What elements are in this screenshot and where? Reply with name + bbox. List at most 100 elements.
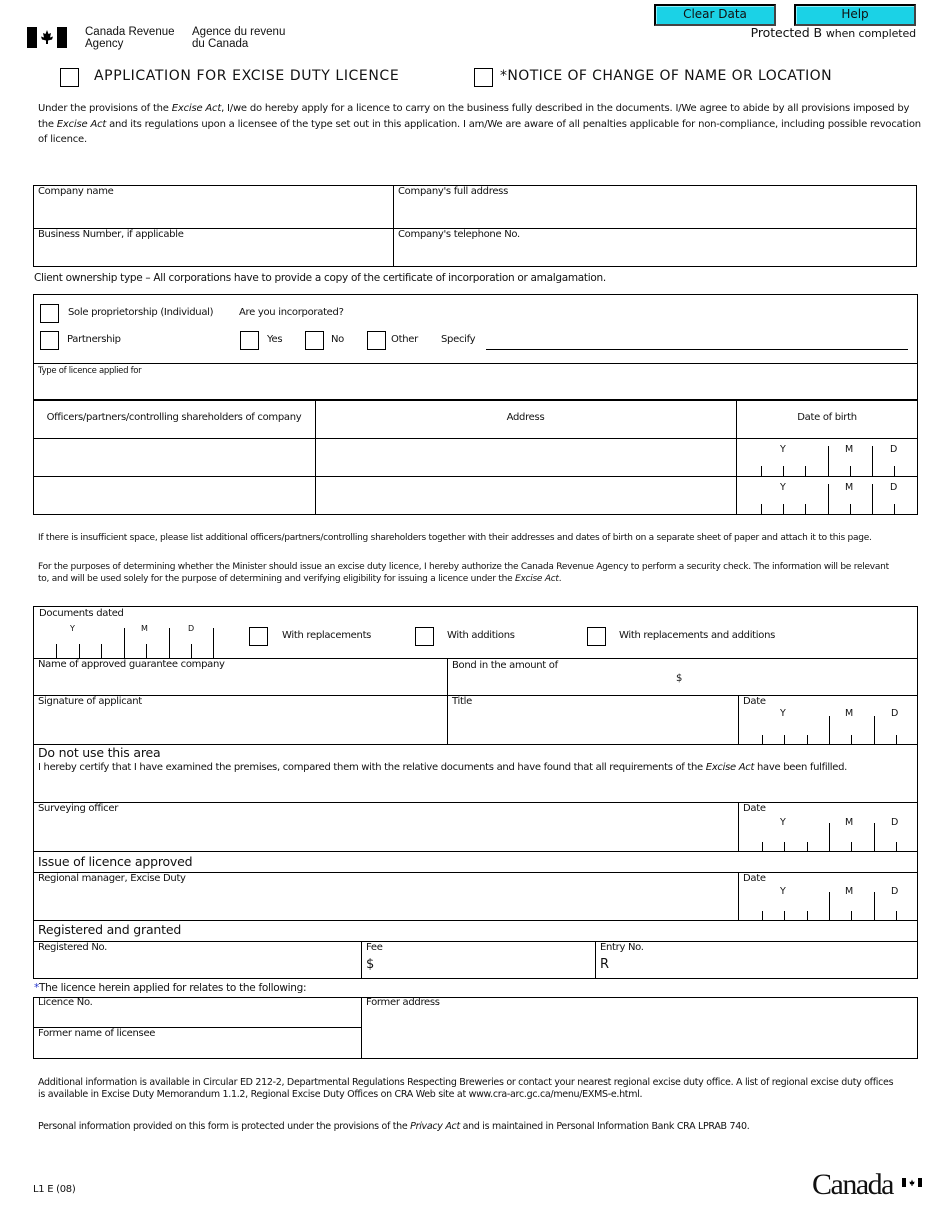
month-label: M (845, 817, 854, 828)
partnership-checkbox[interactable] (40, 331, 59, 350)
specify-input[interactable] (486, 332, 907, 349)
company-name-input[interactable] (38, 203, 388, 223)
notice-change-checkbox[interactable] (474, 68, 493, 87)
insufficient-space-note: If there is insufficient space, please l… (38, 533, 872, 543)
dob-field-1[interactable]: Y M D (736, 438, 918, 476)
incorporated-no-checkbox[interactable] (305, 331, 324, 350)
relates-note: *The licence herein applied for relates … (34, 982, 307, 994)
licence-type-label: Type of licence applied for (38, 366, 142, 376)
licence-no-label: Licence No. (38, 997, 93, 1008)
year-label: Y (780, 886, 786, 897)
former-name-input[interactable] (38, 1041, 356, 1057)
protected-suffix: when completed (825, 27, 916, 40)
signature-input[interactable] (38, 712, 442, 740)
agency-name-en: Canada Revenue Agency (85, 26, 175, 50)
entry-no-label: Entry No. (600, 942, 644, 953)
ownership-note: Client ownership type – All corporations… (34, 272, 606, 284)
company-phone-input[interactable] (398, 245, 912, 265)
regional-manager-label: Regional manager, Excise Duty (38, 873, 186, 884)
regional-date-field: Y M D (738, 872, 918, 920)
officer-name-input-1[interactable] (38, 445, 310, 471)
entry-prefix: R (600, 957, 609, 972)
agency-en-line1: Canada Revenue (85, 26, 175, 38)
officer-name-input-2[interactable] (38, 483, 310, 509)
former-name-label: Former name of licensee (38, 1028, 156, 1039)
company-name-label: Company name (38, 186, 114, 197)
month-label: M (845, 708, 854, 719)
protected-b-text: Protected B (750, 25, 822, 40)
officer-address-input-2[interactable] (320, 483, 731, 509)
day-label: D (891, 817, 899, 828)
canada-wordmark-text: Canada (812, 1168, 894, 1201)
bond-currency: $ (676, 673, 683, 684)
issue-approved-heading: Issue of licence approved (38, 854, 193, 869)
registered-granted-heading: Registered and granted (38, 922, 182, 937)
with-replacements-checkbox[interactable] (249, 627, 268, 646)
month-label: M (845, 482, 854, 493)
signature-label: Signature of applicant (38, 696, 142, 707)
canada-flag-icon (27, 27, 67, 48)
additional-info: Additional information is available in C… (38, 1077, 894, 1100)
fee-label: Fee (366, 942, 383, 953)
registered-no-label: Registered No. (38, 942, 108, 953)
bond-amount-input[interactable] (688, 672, 912, 691)
sole-proprietorship-label: Sole proprietorship (Individual) (68, 307, 214, 318)
security-check-note: For the purposes of determining whether … (38, 562, 889, 584)
day-label: D (891, 886, 899, 897)
documents-date-field[interactable]: Y M D (33, 606, 233, 658)
do-not-use-heading: Do not use this area (38, 745, 161, 760)
dob-col-header: Date of birth (797, 412, 857, 423)
agency-name-fr: Agence du revenu du Canada (192, 26, 285, 50)
former-address-label: Former address (366, 997, 440, 1008)
month-label: M (141, 624, 148, 633)
day-label: D (891, 708, 899, 719)
agency-fr-line2: du Canada (192, 38, 249, 50)
licence-no-input[interactable] (38, 1010, 356, 1026)
company-address-input[interactable] (398, 203, 912, 223)
signature-date-field[interactable]: Y M D (738, 695, 918, 745)
incorporated-question: Are you incorporated? (239, 307, 344, 318)
day-label: D (890, 482, 898, 493)
certify-statement: I hereby certify that I have examined th… (38, 762, 848, 773)
officer-address-input-1[interactable] (320, 445, 731, 471)
other-label: Other (391, 334, 418, 345)
guarantee-company-input[interactable] (38, 673, 442, 692)
month-label: M (845, 886, 854, 897)
help-button[interactable]: Help (794, 4, 916, 26)
licence-type-input[interactable] (38, 378, 913, 396)
month-label: M (845, 444, 854, 455)
intro-paragraph: Under the provisions of the Excise Act, … (38, 103, 921, 145)
address-col-header: Address (506, 412, 545, 423)
clear-data-button[interactable]: Clear Data (654, 4, 776, 26)
title-input[interactable] (452, 712, 733, 740)
with-both-checkbox[interactable] (587, 627, 606, 646)
sole-proprietorship-checkbox[interactable] (40, 304, 59, 323)
with-both-label: With replacements and additions (619, 630, 776, 641)
notice-change-label: *NOTICE OF CHANGE OF NAME OR LOCATION (500, 68, 832, 84)
incorporated-other-checkbox[interactable] (367, 331, 386, 350)
day-label: D (890, 444, 898, 455)
no-label: No (331, 334, 344, 345)
specify-label: Specify (441, 334, 476, 345)
application-label: APPLICATION FOR EXCISE DUTY LICENCE (94, 68, 400, 84)
incorporated-yes-checkbox[interactable] (240, 331, 259, 350)
business-number-label: Business Number, if applicable (38, 229, 184, 240)
agency-en-line2: Agency (85, 38, 124, 50)
surveying-officer-label: Surveying officer (38, 803, 119, 814)
day-label: D (188, 624, 195, 633)
fee-prefix: $ (366, 957, 374, 972)
with-replacements-label: With replacements (282, 630, 372, 641)
specify-underline (486, 349, 908, 350)
dob-field-2[interactable]: Y M D (736, 476, 918, 515)
with-additions-checkbox[interactable] (415, 627, 434, 646)
former-address-input[interactable] (366, 1012, 912, 1054)
canada-wordmark: Canada (812, 1168, 894, 1201)
agency-fr-line1: Agence du revenu (192, 26, 286, 38)
protected-b-label: Protected B when completed (751, 25, 916, 40)
year-label: Y (70, 624, 75, 633)
guarantee-company-label: Name of approved guarantee company (38, 659, 225, 670)
business-number-input[interactable] (38, 245, 388, 265)
application-checkbox[interactable] (60, 68, 79, 87)
bond-amount-label: Bond in the amount of (452, 660, 558, 671)
with-additions-label: With additions (447, 630, 515, 641)
